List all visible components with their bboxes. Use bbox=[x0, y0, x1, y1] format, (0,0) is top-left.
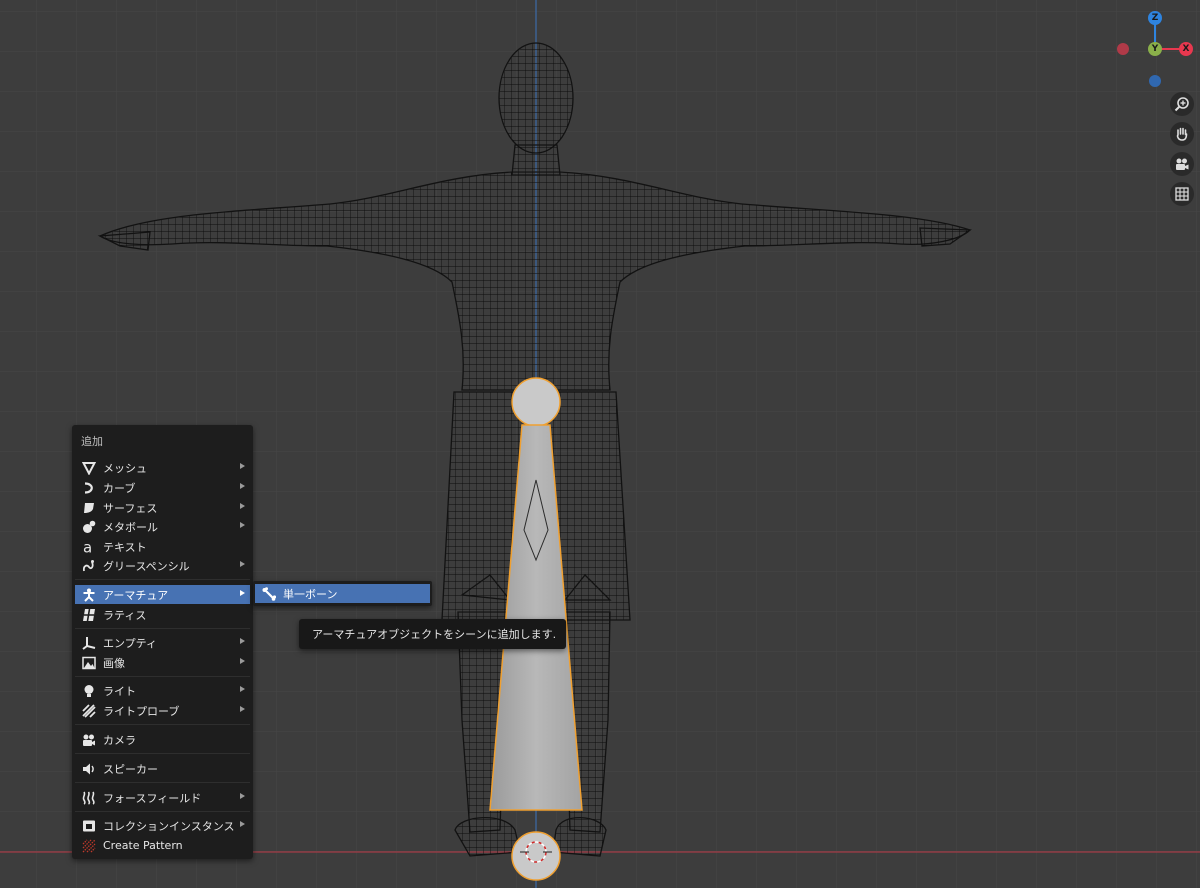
light-icon bbox=[82, 684, 96, 698]
gizmo-axis-z[interactable]: Z bbox=[1148, 11, 1162, 25]
zoom-button[interactable] bbox=[1170, 92, 1194, 116]
armature-submenu: 単一ボーン bbox=[253, 581, 432, 606]
menu-separator bbox=[75, 782, 250, 783]
menu-separator bbox=[75, 628, 250, 629]
grid-view-icon bbox=[1175, 187, 1189, 201]
menu-item-lattice[interactable]: ラティス bbox=[75, 605, 250, 624]
menu-item-empty[interactable]: エンプティ bbox=[75, 633, 250, 652]
menu-item-create-pattern[interactable]: Create Pattern bbox=[75, 836, 250, 855]
submenu-arrow-icon bbox=[240, 463, 245, 469]
curve-icon bbox=[82, 481, 96, 495]
menu-item-curve[interactable]: カーブ bbox=[75, 478, 250, 497]
submenu-arrow-icon bbox=[240, 821, 245, 827]
submenu-arrow-icon bbox=[240, 638, 245, 644]
menu-item-metaball[interactable]: メタボール bbox=[75, 517, 250, 536]
menu-item-camera[interactable]: カメラ bbox=[75, 730, 250, 749]
menu-item-text[interactable]: a テキスト bbox=[75, 537, 250, 556]
submenu-arrow-icon bbox=[240, 522, 245, 528]
armature-icon bbox=[82, 588, 96, 602]
lattice-icon bbox=[82, 608, 96, 622]
menu-item-armature[interactable]: アーマチュア bbox=[75, 585, 250, 604]
grease-pencil-icon bbox=[82, 559, 96, 573]
bone-icon bbox=[262, 586, 276, 601]
menu-item-collection-instance[interactable]: コレクションインスタンス bbox=[75, 816, 250, 835]
metaball-icon bbox=[82, 520, 96, 534]
menu-item-mesh[interactable]: メッシュ bbox=[75, 458, 250, 477]
submenu-arrow-icon bbox=[240, 793, 245, 799]
pan-button[interactable] bbox=[1170, 122, 1194, 146]
menu-title: 追加 bbox=[81, 435, 103, 448]
camera-icon bbox=[82, 733, 96, 747]
menu-separator bbox=[75, 724, 250, 725]
menu-separator bbox=[75, 579, 250, 580]
surface-icon bbox=[82, 501, 96, 515]
pattern-icon bbox=[82, 839, 96, 853]
submenu-arrow-icon bbox=[240, 503, 245, 509]
light-probe-icon bbox=[82, 703, 96, 718]
ortho-toggle-button[interactable] bbox=[1170, 182, 1194, 206]
tooltip: アーマチュアオブジェクトをシーンに追加します. bbox=[299, 619, 566, 649]
menu-item-grease-pencil[interactable]: グリースペンシル bbox=[75, 556, 250, 575]
text-icon: a bbox=[82, 540, 96, 554]
submenu-arrow-icon bbox=[240, 561, 245, 567]
menu-item-force-field[interactable]: フォースフィールド bbox=[75, 788, 250, 807]
empty-icon bbox=[82, 636, 96, 650]
submenu-arrow-icon bbox=[240, 590, 245, 596]
menu-item-image[interactable]: 画像 bbox=[75, 653, 250, 672]
force-field-icon bbox=[82, 791, 96, 805]
svg-text:a: a bbox=[83, 540, 92, 554]
gizmo-axis-y[interactable]: Y bbox=[1148, 42, 1162, 56]
gizmo-axis-x[interactable]: X bbox=[1179, 42, 1193, 56]
menu-separator bbox=[75, 811, 250, 812]
mesh-icon bbox=[82, 461, 96, 475]
zoom-icon bbox=[1174, 97, 1189, 112]
gizmo-axis-neg-x[interactable] bbox=[1117, 43, 1129, 55]
menu-item-light-probe[interactable]: ライトプローブ bbox=[75, 701, 250, 720]
camera-view-button[interactable] bbox=[1170, 152, 1194, 176]
submenu-item-single-bone[interactable]: 単一ボーン bbox=[255, 584, 430, 603]
menu-item-surface[interactable]: サーフェス bbox=[75, 498, 250, 517]
menu-separator bbox=[75, 676, 250, 677]
camera-view-icon bbox=[1176, 158, 1189, 170]
submenu-arrow-icon bbox=[240, 706, 245, 712]
hand-icon bbox=[1176, 127, 1188, 141]
submenu-arrow-icon bbox=[240, 483, 245, 489]
submenu-arrow-icon bbox=[240, 658, 245, 664]
speaker-icon bbox=[82, 762, 96, 776]
menu-item-light[interactable]: ライト bbox=[75, 681, 250, 700]
menu-separator bbox=[75, 753, 250, 754]
gizmo-axis-neg-z[interactable] bbox=[1149, 75, 1161, 87]
submenu-arrow-icon bbox=[240, 686, 245, 692]
image-icon bbox=[82, 656, 96, 670]
menu-item-speaker[interactable]: スピーカー bbox=[75, 759, 250, 778]
add-menu: 追加 メッシュ カーブ サーフェス メタボール a テキスト グリースペンシル … bbox=[72, 425, 253, 859]
navigation-gizmo[interactable]: Z X Y bbox=[1115, 8, 1197, 90]
collection-instance-icon bbox=[82, 819, 96, 833]
